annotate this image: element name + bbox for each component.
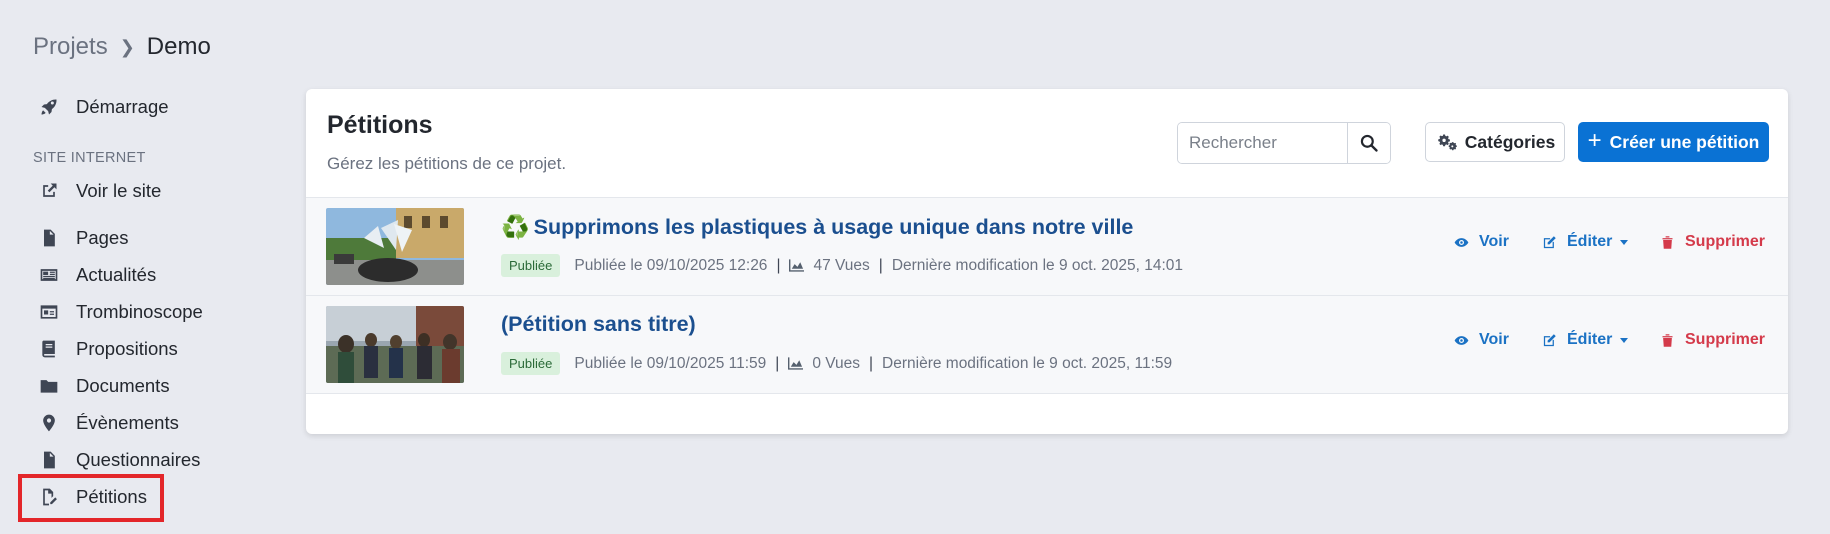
sidebar-item-voir-le-site[interactable]: Voir le site <box>38 176 161 206</box>
section-label-site-internet: SITE INTERNET <box>33 150 146 166</box>
sidebar-item-propositions[interactable]: Propositions <box>38 334 178 364</box>
delete-label: Supprimer <box>1685 331 1766 348</box>
area-chart-icon <box>788 357 804 370</box>
rocket-icon <box>38 96 60 118</box>
edit-label: Éditer <box>1567 233 1613 250</box>
book-icon <box>38 338 60 360</box>
edit-dropdown-button[interactable]: Éditer <box>1542 233 1629 251</box>
plus-icon: + <box>1587 127 1602 154</box>
petition-title: Supprimons les plastiques à usage unique… <box>533 215 1134 239</box>
delete-button[interactable]: Supprimer <box>1660 331 1765 349</box>
trash-icon <box>1662 235 1673 249</box>
categories-label: Catégories <box>1464 131 1556 152</box>
views-count: 0 Vues <box>812 354 860 372</box>
create-petition-label: Créer une pétition <box>1609 131 1760 152</box>
separator: | <box>775 354 780 372</box>
view-button[interactable]: Voir <box>1454 331 1509 349</box>
status-badge: Publiée <box>501 352 561 375</box>
table-row: (Pétition sans titre) Publiée Publiée le… <box>306 295 1788 394</box>
sidebar-item-label: Propositions <box>76 338 178 359</box>
modified-date: Dernière modification le 9 oct. 2025, 11… <box>882 354 1173 372</box>
view-label: Voir <box>1479 331 1509 348</box>
eye-icon <box>1454 335 1469 345</box>
external-link-icon <box>38 180 60 202</box>
id-card-icon <box>38 301 60 323</box>
search-group <box>1177 122 1391 164</box>
map-pin-icon <box>38 412 60 434</box>
view-button[interactable]: Voir <box>1454 233 1509 251</box>
views-count: 47 Vues <box>813 256 870 274</box>
status-badge: Publiée <box>501 254 561 277</box>
sidebar-item-label: Actualités <box>76 264 157 285</box>
sidebar-item-pages[interactable]: Pages <box>38 223 128 253</box>
file-signature-icon <box>38 449 60 471</box>
trash-icon <box>1662 333 1673 347</box>
breadcrumb-current: Demo <box>146 33 211 60</box>
caret-down-icon <box>1620 239 1629 245</box>
modified-date: Dernière modification le 9 oct. 2025, 14… <box>891 256 1184 274</box>
sidebar-item-label: Voir le site <box>76 180 162 201</box>
separator: | <box>776 256 781 274</box>
search-button[interactable] <box>1347 123 1390 163</box>
petition-meta: Publiée Publiée le 09/10/2025 11:59 | 0 … <box>501 352 1172 375</box>
create-petition-button[interactable]: + Créer une pétition <box>1578 122 1769 162</box>
sidebar-item-label: Trombinoscope <box>76 301 203 322</box>
delete-button[interactable]: Supprimer <box>1660 233 1765 251</box>
petition-meta: Publiée Publiée le 09/10/2025 12:26 | 47… <box>501 254 1183 277</box>
breadcrumb-projets-link[interactable]: Projets <box>33 33 108 61</box>
recycle-emoji: ♻️ <box>501 214 530 240</box>
edit-icon <box>1543 235 1556 248</box>
eye-icon <box>1454 237 1469 247</box>
page-title: Pétitions <box>327 111 433 139</box>
sidebar-item-label: Documents <box>76 375 170 396</box>
page-subtitle: Gérez les pétitions de ce projet. <box>327 154 567 173</box>
search-icon <box>1360 134 1378 152</box>
sidebar-item-label: Pages <box>76 227 129 248</box>
sidebar-item-actualites[interactable]: Actualités <box>38 260 156 290</box>
table-row: ♻️ Supprimons les plastiques à usage uni… <box>306 197 1788 295</box>
active-item-highlight <box>18 474 164 522</box>
categories-button[interactable]: Catégories <box>1425 122 1565 162</box>
caret-down-icon <box>1620 337 1629 343</box>
published-date: Publiée le 09/10/2025 12:26 <box>574 256 768 274</box>
petition-title-link[interactable]: ♻️ Supprimons les plastiques à usage uni… <box>501 214 1133 241</box>
delete-label: Supprimer <box>1685 233 1766 250</box>
sidebar-item-label: Démarrage <box>76 96 169 117</box>
gears-icon <box>1438 134 1457 151</box>
sidebar-item-questionnaires[interactable]: Questionnaires <box>38 445 200 475</box>
sidebar-item-documents[interactable]: Documents <box>38 371 170 401</box>
petition-title: (Pétition sans titre) <box>501 312 696 336</box>
edit-dropdown-button[interactable]: Éditer <box>1542 331 1629 349</box>
petitions-card: Pétitions Gérez les pétitions de ce proj… <box>306 89 1788 434</box>
sidebar-item-trombinoscope[interactable]: Trombinoscope <box>38 297 203 327</box>
sidebar-item-label: Questionnaires <box>76 449 201 470</box>
sidebar-item-label: Évènements <box>76 412 179 433</box>
view-label: Voir <box>1479 233 1509 250</box>
folder-icon <box>38 375 60 397</box>
sidebar-item-evenements[interactable]: Évènements <box>38 408 179 438</box>
breadcrumb: Projets ❯ Demo <box>33 33 211 61</box>
chevron-right-icon: ❯ <box>119 36 135 57</box>
area-chart-icon <box>789 259 805 272</box>
edit-label: Éditer <box>1567 331 1613 348</box>
separator: | <box>878 256 883 274</box>
published-date: Publiée le 09/10/2025 11:59 <box>574 354 767 372</box>
file-icon <box>38 227 60 249</box>
newspaper-icon <box>38 264 60 286</box>
petition-title-link[interactable]: (Pétition sans titre) <box>501 312 696 337</box>
petition-thumbnail[interactable] <box>326 306 464 383</box>
petition-thumbnail[interactable] <box>326 208 464 285</box>
sidebar-item-demarrage[interactable]: Démarrage <box>38 92 169 122</box>
separator: | <box>869 354 874 372</box>
edit-icon <box>1543 333 1556 346</box>
search-input[interactable] <box>1178 123 1347 163</box>
